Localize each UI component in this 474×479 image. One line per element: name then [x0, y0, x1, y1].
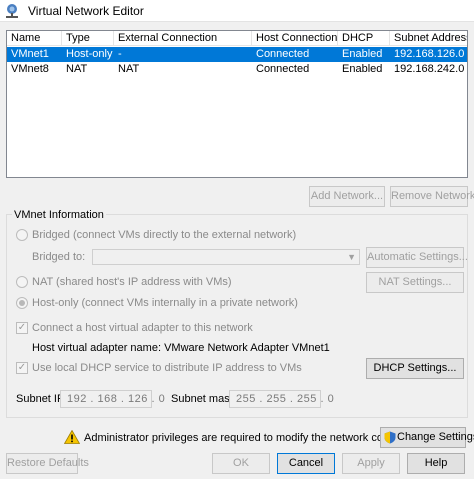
- ok-button[interactable]: OK: [212, 453, 270, 474]
- connect-adapter-checkbox[interactable]: ✓: [16, 322, 28, 334]
- cell-external: NAT: [118, 63, 140, 75]
- cell-type: NAT: [66, 63, 88, 75]
- window-title: Virtual Network Editor: [28, 4, 144, 18]
- cell-subnet: 192.168.242.0: [394, 63, 465, 75]
- connect-adapter-label: Connect a host virtual adapter to this n…: [32, 322, 253, 334]
- column-header-dhcp[interactable]: DHCP: [338, 31, 390, 46]
- change-settings-label: Change Settings: [397, 431, 474, 443]
- column-header-type[interactable]: Type: [62, 31, 114, 46]
- host-only-radio[interactable]: [16, 297, 28, 309]
- column-header-name[interactable]: Name: [7, 31, 62, 46]
- host-only-label: Host-only (connect VMs internally in a p…: [32, 297, 298, 309]
- cancel-button[interactable]: Cancel: [277, 453, 335, 474]
- cell-name: VMnet8: [11, 63, 49, 75]
- cell-dhcp: Enabled: [342, 48, 383, 60]
- column-header-external[interactable]: External Connection: [114, 31, 252, 46]
- bridged-to-label: Bridged to:: [32, 251, 86, 263]
- restore-defaults-button[interactable]: Restore Defaults: [6, 453, 89, 474]
- cell-host: Connected: [256, 63, 310, 75]
- adapter-name-label: Host virtual adapter name: VMware Networ…: [32, 342, 330, 354]
- use-dhcp-checkbox[interactable]: ✓: [16, 362, 28, 374]
- subnet-ip-field[interactable]: 192 . 168 . 126 . 0: [60, 390, 165, 408]
- cell-type: Host-only: [66, 48, 113, 60]
- table-row[interactable]: VMnet8 NAT NAT Connected Enabled 192.168…: [7, 62, 467, 77]
- nat-settings-button[interactable]: NAT Settings...: [366, 272, 464, 293]
- dhcp-settings-button[interactable]: DHCP Settings...: [366, 358, 464, 379]
- cell-subnet: 192.168.126.0: [394, 48, 465, 60]
- cell-name: VMnet1: [11, 48, 49, 60]
- automatic-settings-button[interactable]: Automatic Settings...: [366, 247, 468, 268]
- bridged-radio[interactable]: [16, 229, 28, 241]
- cell-external: -: [118, 48, 122, 60]
- title-bar: Virtual Network Editor: [0, 0, 474, 22]
- column-header-host[interactable]: Host Connection: [252, 31, 338, 46]
- chevron-down-icon: ▼: [347, 252, 356, 262]
- network-list[interactable]: Name Type External Connection Host Conne…: [6, 30, 468, 178]
- change-settings-button[interactable]: Change Settings: [380, 427, 474, 448]
- bridged-to-select[interactable]: ▼: [92, 249, 360, 265]
- vmware-network-icon: [6, 4, 18, 18]
- add-network-button[interactable]: Add Network...: [309, 186, 385, 207]
- warning-icon: [64, 430, 80, 444]
- nat-label: NAT (shared host's IP address with VMs): [32, 276, 232, 288]
- column-header-subnet[interactable]: Subnet Address: [390, 31, 467, 46]
- help-button[interactable]: Help: [407, 453, 465, 474]
- cell-dhcp: Enabled: [342, 63, 383, 75]
- use-dhcp-label: Use local DHCP service to distribute IP …: [32, 362, 302, 374]
- table-row[interactable]: VMnet1 Host-only - Connected Enabled 192…: [7, 47, 467, 62]
- list-header: Name Type External Connection Host Conne…: [7, 31, 467, 46]
- nat-radio[interactable]: [16, 276, 28, 288]
- apply-button[interactable]: Apply: [342, 453, 400, 474]
- shield-icon: [384, 431, 396, 444]
- cell-host: Connected: [256, 48, 310, 60]
- bridged-label: Bridged (connect VMs directly to the ext…: [32, 229, 297, 241]
- group-title: VMnet Information: [12, 209, 106, 221]
- vmnet-information-group: [6, 214, 468, 418]
- remove-network-button[interactable]: Remove Network: [390, 186, 474, 207]
- subnet-mask-field[interactable]: 255 . 255 . 255 . 0: [229, 390, 334, 408]
